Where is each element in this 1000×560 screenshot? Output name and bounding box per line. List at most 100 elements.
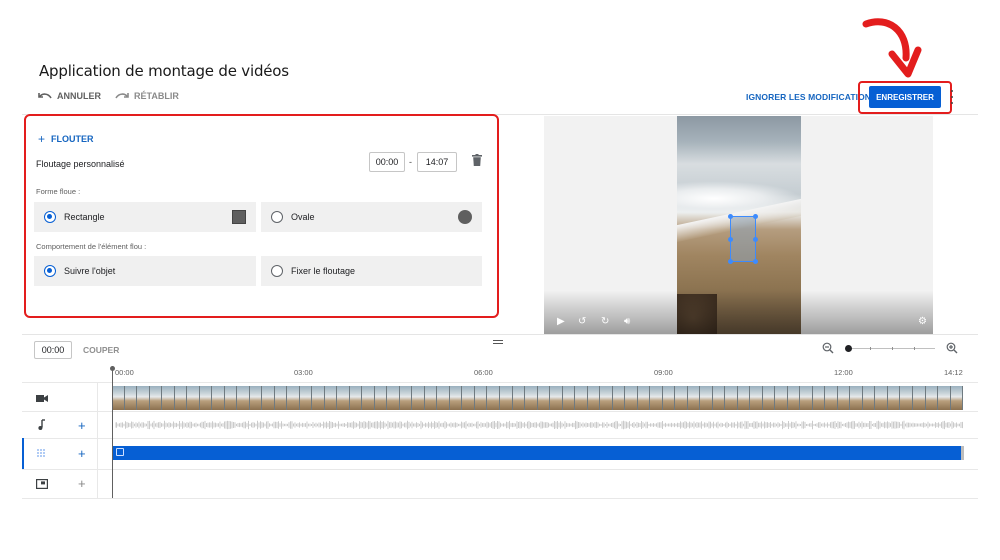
track-header-divider (97, 383, 98, 498)
video-thumbnail-frame (299, 386, 313, 410)
shape-option-oval[interactable]: Ovale (261, 202, 482, 232)
video-thumbnail-frame (249, 386, 263, 410)
video-thumbnail-frame (437, 386, 450, 410)
video-thumbnail-frame (675, 386, 688, 410)
behavior-option-fixed[interactable]: Fixer le floutage (261, 256, 482, 286)
video-thumbnail-frame (650, 386, 663, 410)
redo-label: RÉTABLIR (134, 91, 179, 101)
zoom-slider-thumb[interactable] (845, 345, 852, 352)
settings-gear-icon[interactable]: ⚙ (918, 316, 927, 327)
video-preview[interactable]: ▶ ↺ ↻ 🔊︎ ⚙ (544, 116, 933, 334)
forward-icon[interactable]: ↻ (601, 316, 609, 327)
player-controls: ▶ ↺ ↻ 🔊︎ ⚙ (544, 290, 933, 334)
video-thumbnail-frame (700, 386, 713, 410)
video-thumbnail-frame (349, 386, 363, 410)
blur-clip-icon (116, 448, 124, 456)
behavior-option-track[interactable]: Suivre l'objet (34, 256, 256, 286)
panel-resize-handle[interactable] (493, 340, 503, 344)
zoom-out-icon[interactable] (822, 342, 834, 354)
resize-handle[interactable] (753, 237, 758, 242)
redo-button[interactable]: RÉTABLIR (115, 91, 179, 101)
video-thumbnail-frame (750, 386, 763, 410)
video-thumbnail-frame (324, 386, 338, 410)
video-thumbnail-frame (174, 386, 188, 410)
resize-handle[interactable] (753, 214, 758, 219)
undo-button[interactable]: ANNULER (38, 91, 101, 101)
video-thumbnail-frame (374, 386, 388, 410)
radio-selected-icon (44, 265, 56, 277)
timeline-current-time-input[interactable]: 00:00 (34, 341, 72, 359)
track-divider (22, 438, 978, 439)
shape-option-rectangle[interactable]: Rectangle (34, 202, 256, 232)
video-thumbnail-frame (712, 386, 726, 410)
video-icon (36, 395, 48, 402)
save-button[interactable]: ENREGISTRER (869, 86, 941, 108)
video-thumbnail-frame (387, 386, 400, 410)
behavior-option-label: Suivre l'objet (64, 266, 116, 276)
playhead[interactable] (110, 366, 115, 498)
zoom-in-icon[interactable] (946, 342, 958, 354)
radio-selected-icon (44, 211, 56, 223)
timeline-divider (22, 334, 978, 335)
video-track-clip[interactable] (112, 386, 963, 410)
video-thumbnail-frame (787, 386, 801, 410)
radio-unselected-icon (271, 211, 283, 223)
video-thumbnail-frame (337, 386, 350, 410)
video-thumbnail-frame (274, 386, 288, 410)
blur-track-end-handle[interactable] (961, 446, 964, 460)
video-thumbnail-frame (900, 386, 913, 410)
ruler-label: 12:00 (834, 368, 853, 377)
video-thumbnail-frame (862, 386, 876, 410)
zoom-tick (892, 347, 893, 350)
video-thumbnail-frame (762, 386, 776, 410)
video-thumbnail-frame (850, 386, 863, 410)
video-thumbnail-frame (837, 386, 851, 410)
video-thumbnail-frame (875, 386, 888, 410)
resize-handle[interactable] (728, 259, 733, 264)
zoom-slider-track[interactable] (847, 348, 935, 349)
add-audio-button[interactable]: + (78, 419, 86, 432)
add-blur-track-button[interactable]: + (78, 447, 86, 460)
video-thumbnail-frame (399, 386, 413, 410)
video-thumbnail-frame (474, 386, 488, 410)
ruler-label: 00:00 (115, 368, 134, 377)
behavior-option-label: Fixer le floutage (291, 266, 356, 276)
ruler-label: 09:00 (654, 368, 673, 377)
add-end-screen-button[interactable]: + (78, 477, 86, 490)
video-thumbnail-frame (887, 386, 901, 410)
resize-handle[interactable] (728, 237, 733, 242)
video-thumbnail-frame (587, 386, 601, 410)
split-button[interactable]: COUPER (83, 345, 119, 355)
rewind-icon[interactable]: ↺ (578, 316, 586, 327)
blur-region-handle[interactable] (728, 214, 758, 264)
resize-handle[interactable] (728, 214, 733, 219)
blur-start-time-input[interactable]: 00:00 (369, 152, 405, 172)
video-thumbnail-frame (550, 386, 563, 410)
video-thumbnail-frame (625, 386, 638, 410)
resize-handle[interactable] (753, 259, 758, 264)
undo-label: ANNULER (57, 91, 101, 101)
track-divider (22, 411, 978, 412)
more-options-icon[interactable] (951, 90, 954, 104)
blur-track-clip[interactable] (112, 446, 961, 460)
track-divider (22, 469, 978, 470)
video-thumbnail-frame (725, 386, 738, 410)
audio-waveform[interactable] (115, 418, 963, 432)
video-thumbnail-frame (950, 386, 963, 410)
video-thumbnail-frame (412, 386, 425, 410)
delete-icon[interactable] (472, 154, 482, 166)
video-thumbnail-frame (812, 386, 826, 410)
add-blur-button[interactable]: + FLOUTER (38, 132, 94, 146)
play-icon[interactable]: ▶ (557, 316, 565, 327)
video-thumbnail-frame (312, 386, 325, 410)
blur-end-time-input[interactable]: 14:07 (417, 152, 457, 172)
shape-option-label: Rectangle (64, 212, 105, 222)
volume-icon[interactable]: 🔊︎ (624, 316, 630, 327)
track-divider (22, 382, 978, 383)
custom-blur-label: Floutage personnalisé (36, 159, 125, 169)
blur-settings-panel: + FLOUTER Floutage personnalisé 00:00 - … (24, 114, 499, 318)
video-thumbnail-frame (512, 386, 526, 410)
behavior-section-label: Comportement de l'élément flou : (36, 242, 147, 251)
video-thumbnail-frame (362, 386, 375, 410)
video-thumbnail-frame (662, 386, 676, 410)
